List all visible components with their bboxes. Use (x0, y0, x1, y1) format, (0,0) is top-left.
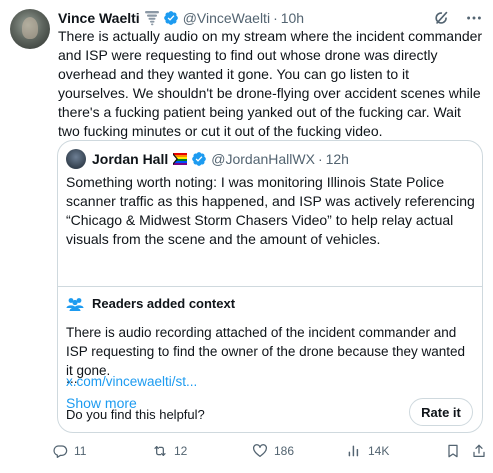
rate-it-button[interactable]: Rate it (409, 398, 473, 426)
rainbow-flag-icon (173, 153, 188, 165)
helpful-question: Do you find this helpful? (66, 407, 205, 422)
separator-dot: · (273, 10, 278, 26)
repost-button[interactable]: 12 (152, 443, 187, 459)
verified-badge-icon (163, 10, 179, 26)
action-bar: 11 12 186 14K (52, 443, 487, 463)
reply-icon (53, 445, 68, 458)
quoted-author-handle[interactable]: @JordanHallWX (211, 151, 315, 167)
more-icon[interactable] (465, 9, 483, 27)
context-header: Readers added context (66, 296, 235, 311)
quoted-tweet[interactable]: Jordan Hall @JordanHallWX · 12h Somethin… (57, 140, 483, 433)
avatar[interactable] (10, 9, 50, 49)
reply-count: 11 (74, 444, 87, 458)
grok-icon[interactable] (433, 9, 451, 27)
author-handle[interactable]: @VinceWaelti (183, 10, 270, 26)
tweet[interactable]: Vince Waelti @VinceWaelti · 10h There is… (0, 0, 493, 473)
like-icon (253, 444, 267, 457)
views-count: 14K (368, 444, 390, 458)
views-button[interactable]: 14K (346, 443, 389, 459)
like-button[interactable]: 186 (252, 443, 294, 459)
quoted-header: Jordan Hall @JordanHallWX · 12h (92, 150, 349, 168)
reply-button[interactable]: 11 (52, 443, 86, 459)
share-icon (473, 444, 485, 457)
context-title: Readers added context (92, 296, 236, 311)
share-button[interactable] (471, 443, 493, 459)
repost-icon (154, 446, 166, 456)
quoted-text: Something worth noting: I was monitoring… (66, 174, 475, 247)
author-name[interactable]: Vince Waelti (58, 10, 140, 26)
top-actions (433, 9, 483, 27)
repost-count: 12 (174, 444, 188, 458)
context-text: There is audio recording attached of the… (66, 325, 466, 378)
views-icon (348, 445, 359, 457)
tweet-text: There is actually audio on my stream whe… (58, 28, 483, 139)
bookmark-button[interactable] (445, 443, 467, 459)
like-count: 186 (274, 444, 295, 458)
quoted-time[interactable]: 12h (326, 151, 349, 167)
separator-dot: · (317, 151, 323, 167)
verified-badge-icon (191, 151, 207, 167)
tweet-time[interactable]: 10h (281, 10, 304, 26)
quoted-avatar[interactable] (66, 149, 86, 169)
readers-context: Readers added context There is audio rec… (58, 286, 482, 432)
tweet-header: Vince Waelti @VinceWaelti · 10h (58, 9, 304, 27)
people-icon (66, 297, 84, 311)
bookmark-icon (448, 444, 458, 458)
context-source-link[interactable]: x.com/vincewaelti/st... (66, 374, 197, 389)
tornado-icon (144, 10, 159, 26)
quoted-author-name[interactable]: Jordan Hall (92, 151, 168, 167)
